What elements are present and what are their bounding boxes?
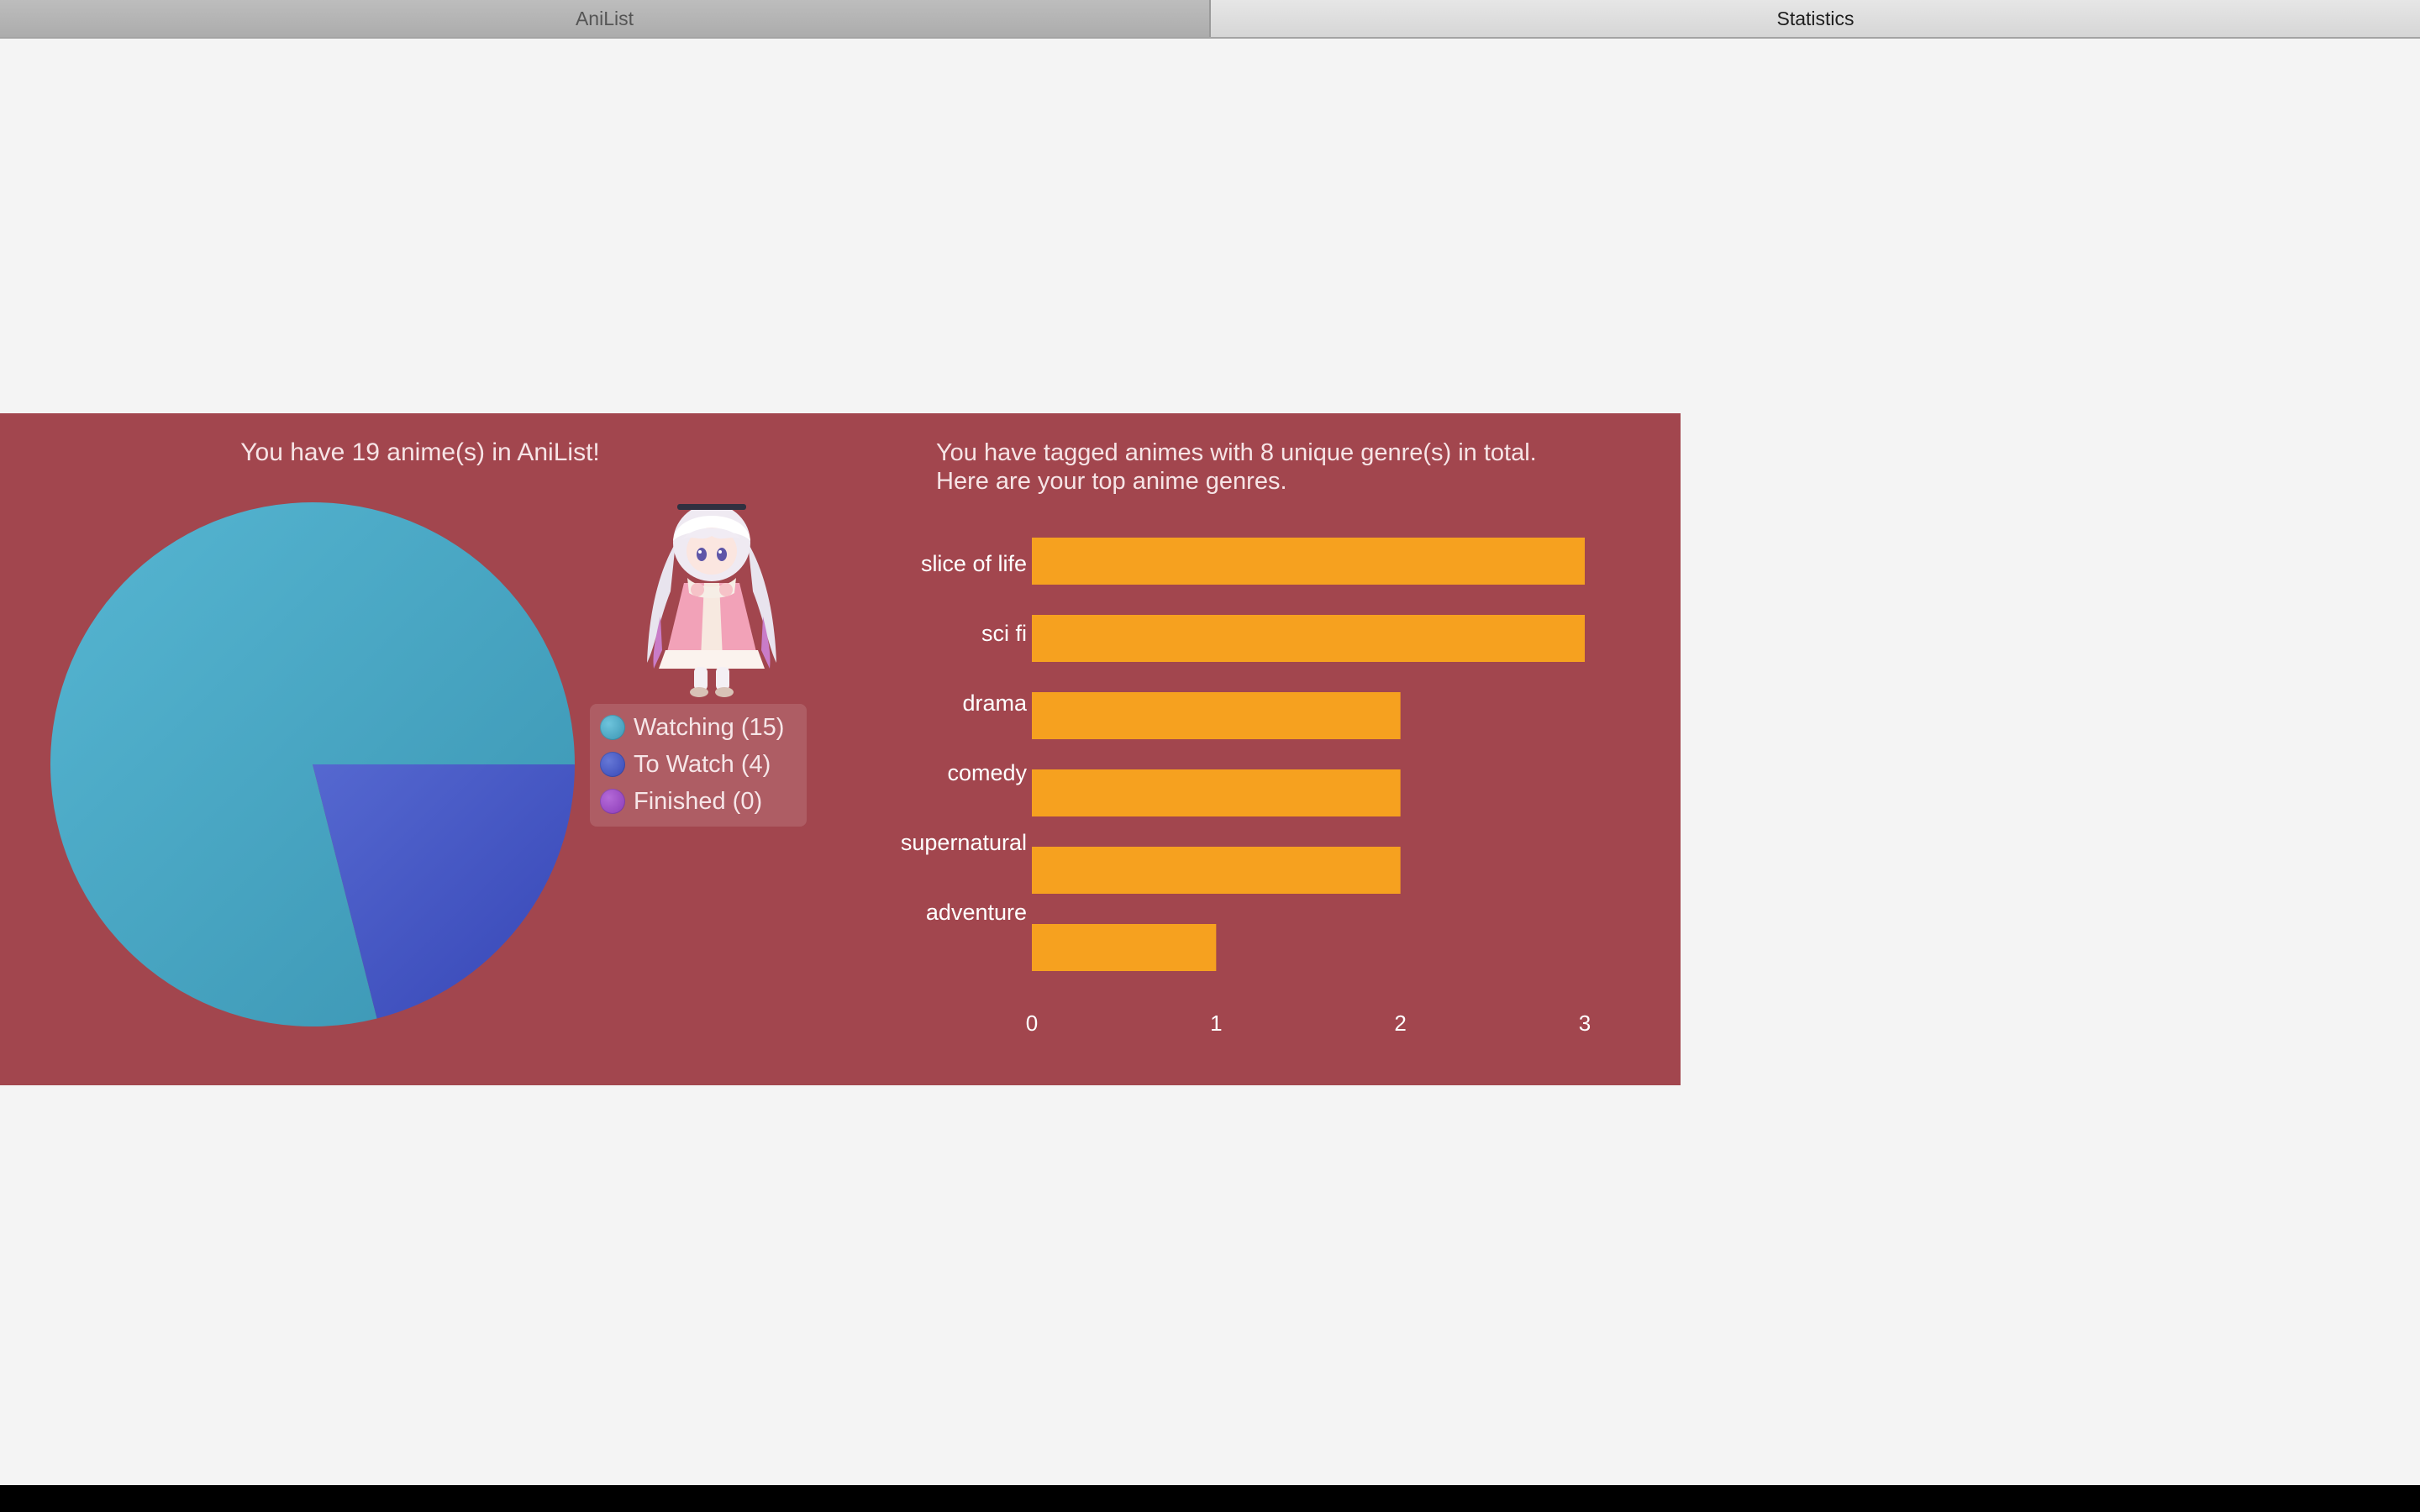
category-label: comedy: [947, 760, 1027, 785]
x-tick-label: 2: [1394, 1011, 1406, 1036]
statistics-panel: You have 19 anime(s) in AniList! Watchin…: [0, 413, 1681, 1085]
tab-bar: AniList Statistics: [0, 0, 2420, 39]
category-label: slice of life: [921, 551, 1027, 576]
tab-statistics[interactable]: Statistics: [1211, 0, 2420, 37]
category-label: drama: [962, 690, 1028, 716]
x-tick-label: 1: [1210, 1011, 1222, 1036]
bottom-strip: [0, 1485, 2420, 1512]
bar-adventure: [1032, 924, 1217, 971]
category-label: adventure: [926, 900, 1027, 925]
bar-drama: [1032, 692, 1401, 739]
bar-supernatural: [1032, 847, 1401, 894]
x-tick-label: 0: [1026, 1011, 1038, 1036]
bar-slice-of-life: [1032, 538, 1585, 585]
category-label: supernatural: [901, 830, 1027, 855]
tab-anilist[interactable]: AniList: [0, 0, 1211, 37]
x-tick-label: 3: [1579, 1011, 1591, 1036]
genre-bar-chart: slice of life sci fi drama comedy supernatur…: [901, 538, 1591, 1036]
bar-sci-fi: [1032, 615, 1585, 662]
category-label: sci fi: [981, 621, 1027, 646]
bar-comedy: [1032, 769, 1401, 816]
